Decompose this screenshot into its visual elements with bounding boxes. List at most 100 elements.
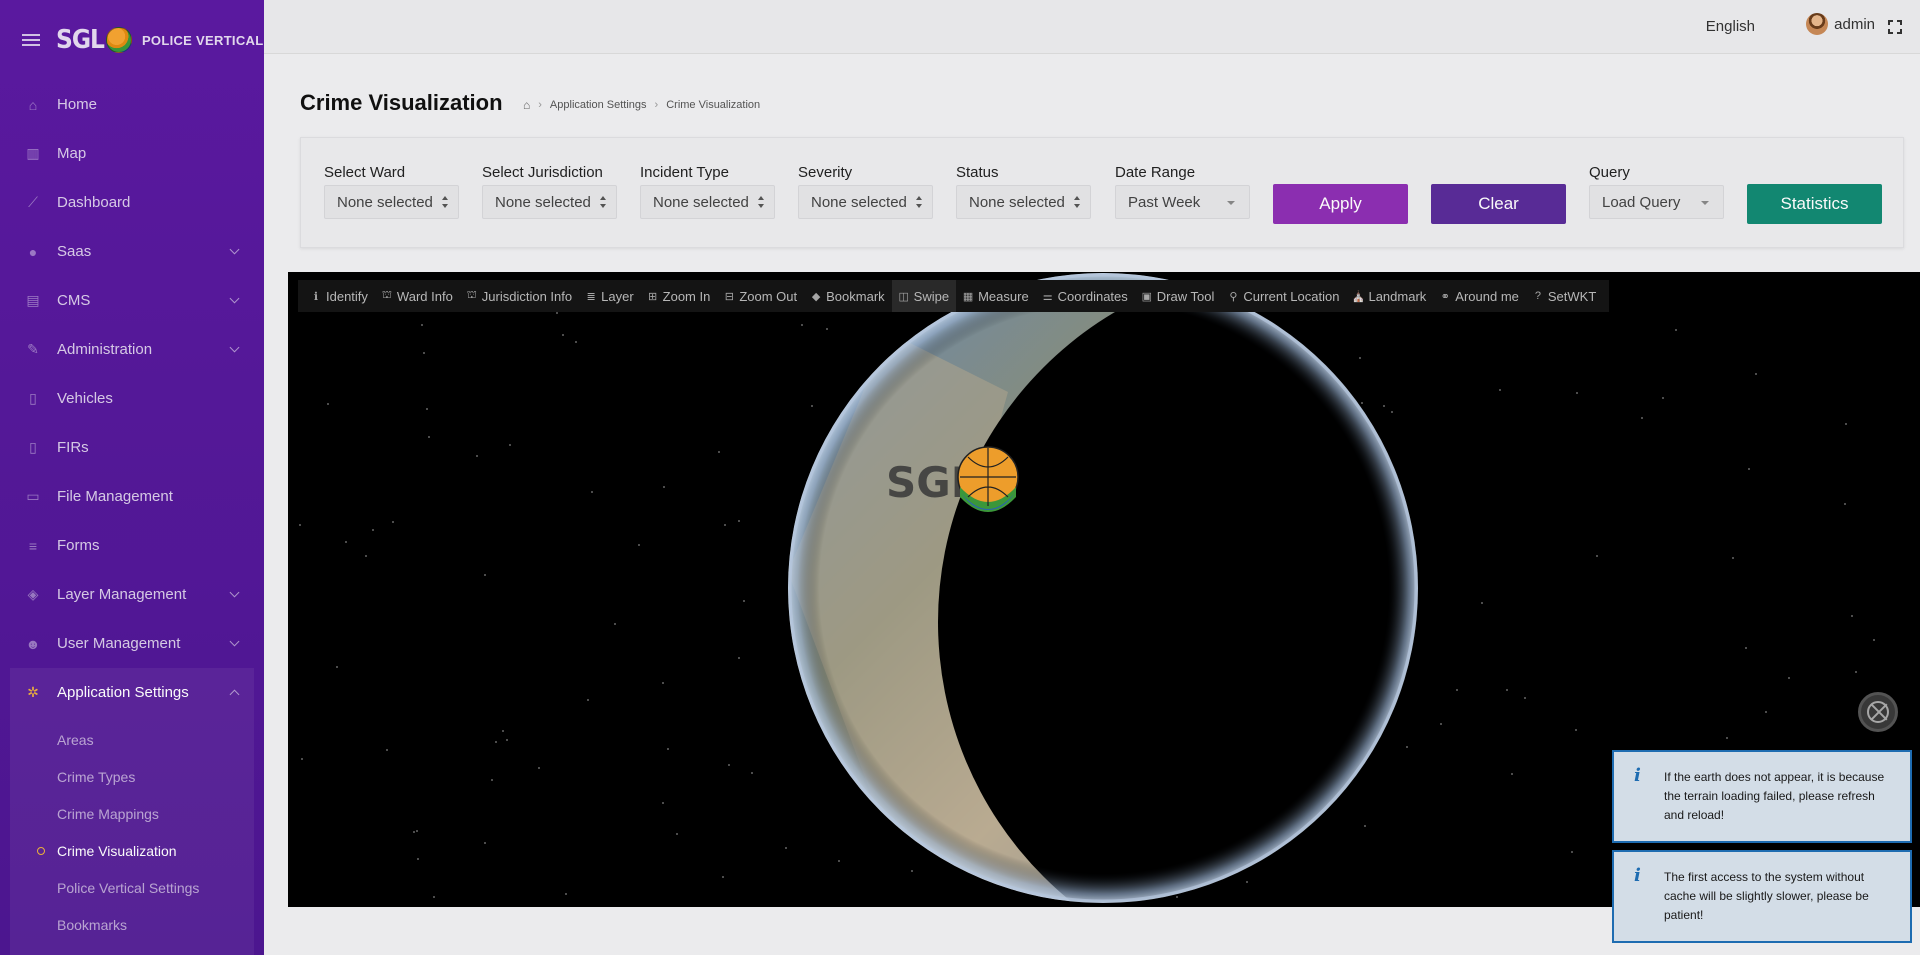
sliders-icon: ⚌ <box>1042 290 1053 303</box>
tool-ward-info[interactable]: ⛫ Ward Info <box>375 280 460 312</box>
date-range-label: Date Range <box>1115 164 1196 181</box>
sidebar: SGL POLICE VERTICAL ⌂ Home ▥ Map ⟋ Dashb… <box>0 0 264 955</box>
id-card-icon: ▤ <box>26 292 40 308</box>
notification-text: If the earth does not appear, it is beca… <box>1664 770 1885 822</box>
tool-label: Coordinates <box>1057 288 1128 304</box>
incident-type-select[interactable]: None selected <box>640 185 775 219</box>
query-filter: Query Load Query <box>1589 164 1724 219</box>
tool-setwkt[interactable]: ? SetWKT <box>1526 280 1603 312</box>
caret-down-icon <box>1701 201 1709 205</box>
status-select-value: None selected <box>969 193 1065 211</box>
tool-label: Jurisdiction Info <box>481 288 573 304</box>
sidebar-item-label: Application Settings <box>57 684 189 701</box>
sidebar-item-file-management[interactable]: ▭ File Management <box>0 472 264 521</box>
breadcrumb-separator: › <box>654 99 659 111</box>
sidebar-item-label: FIRs <box>57 439 89 456</box>
status-label: Status <box>956 164 999 181</box>
caret-down-icon <box>1227 201 1235 205</box>
logo-globe-icon <box>105 27 132 53</box>
breadcrumb-item[interactable]: Application Settings <box>550 99 647 111</box>
compass-reset-icon[interactable] <box>1858 692 1898 732</box>
jurisdiction-select[interactable]: None selected <box>482 185 617 219</box>
apply-button[interactable]: Apply <box>1273 184 1408 224</box>
binoculars-icon: ⚭ <box>1440 290 1450 303</box>
tool-label: Around me <box>1455 288 1519 304</box>
tool-current-location[interactable]: ⚲ Current Location <box>1221 280 1346 312</box>
chart-line-icon: ⟋ <box>28 194 38 210</box>
tool-around-me[interactable]: ⚭ Around me <box>1433 280 1526 312</box>
date-range-select[interactable]: Past Week <box>1115 185 1250 219</box>
query-select[interactable]: Load Query <box>1589 185 1724 219</box>
user-menu[interactable]: admin <box>1806 13 1875 35</box>
statistics-button[interactable]: Statistics <box>1747 184 1882 224</box>
sort-arrows-icon <box>442 196 448 210</box>
submenu-item-named-query[interactable]: Named Query <box>10 943 254 955</box>
hamburger-menu-icon[interactable] <box>22 34 40 46</box>
breadcrumb-separator: › <box>538 99 542 111</box>
sidebar-item-forms[interactable]: ≡ Forms <box>0 521 264 570</box>
notification-toast: i If the earth does not appear, it is be… <box>1612 750 1912 843</box>
tool-identify[interactable]: ℹ Identify <box>304 280 375 312</box>
tool-draw[interactable]: ▣ Draw Tool <box>1135 280 1222 312</box>
logo-text: SGL <box>56 25 105 55</box>
sort-arrows-icon <box>916 196 922 210</box>
tool-swipe[interactable]: ◫ Swipe <box>891 280 957 312</box>
status-select[interactable]: None selected <box>956 185 1091 219</box>
sidebar-item-vehicles[interactable]: ▯ Vehicles <box>0 374 264 423</box>
document-icon: ▯ <box>29 439 37 455</box>
chevron-down-icon <box>229 342 240 353</box>
sidebar-item-dashboard[interactable]: ⟋ Dashboard <box>0 178 264 227</box>
sidebar-item-firs[interactable]: ▯ FIRs <box>0 423 264 472</box>
sidebar-item-saas[interactable]: ● Saas <box>0 227 264 276</box>
tool-bookmark[interactable]: ◆ Bookmark <box>804 280 892 312</box>
breadcrumb-item-current: Crime Visualization <box>666 99 761 111</box>
tool-jurisdiction-info[interactable]: ⛫ Jurisdiction Info <box>460 280 579 312</box>
globe-icon: ● <box>28 243 38 260</box>
home-icon[interactable]: ⌂ <box>523 98 530 112</box>
avatar <box>1806 13 1829 35</box>
landmark-icon: ⛪ <box>1351 290 1366 303</box>
map-toolbar: ℹ Identify ⛫ Ward Info ⛫ Jurisdiction Info … <box>298 280 1610 312</box>
columns-icon: ◫ <box>898 290 909 303</box>
sidebar-item-administration[interactable]: ✎ Administration <box>0 325 264 374</box>
top-bar: English admin <box>264 0 1920 54</box>
sort-arrows-icon <box>600 196 606 210</box>
incident-type-label: Incident Type <box>640 164 729 181</box>
plus-square-icon: ⊞ <box>648 290 658 303</box>
building-icon: ⛫ <box>466 289 477 301</box>
tool-label: Zoom In <box>662 288 711 304</box>
severity-select[interactable]: None selected <box>798 185 933 219</box>
submenu-item-crime-types[interactable]: Crime Types <box>10 758 254 795</box>
submenu-item-crime-mappings[interactable]: Crime Mappings <box>10 795 254 832</box>
sidebar-item-label: File Management <box>57 488 173 505</box>
sidebar-item-home[interactable]: ⌂ Home <box>0 80 264 129</box>
submenu-item-areas[interactable]: Areas <box>10 721 254 758</box>
submenu-item-bookmarks[interactable]: Bookmarks <box>10 906 254 943</box>
tool-zoom-out[interactable]: ⊟ Zoom Out <box>717 280 804 312</box>
clear-button[interactable]: Clear <box>1431 184 1566 224</box>
sidebar-item-layer-management[interactable]: ◈ Layer Management <box>0 570 264 619</box>
sidebar-item-map[interactable]: ▥ Map <box>0 129 264 178</box>
notification-toast: i The first access to the system without… <box>1612 850 1912 943</box>
tool-layer[interactable]: ≣ Layer <box>579 280 641 312</box>
tool-label: Identify <box>326 288 368 304</box>
sidebar-item-cms[interactable]: ▤ CMS <box>0 276 264 325</box>
submenu-item-crime-visualization[interactable]: Crime Visualization <box>10 832 254 869</box>
ward-label: Select Ward <box>324 164 406 181</box>
tool-measure[interactable]: ▦ Measure <box>956 280 1036 312</box>
info-icon: ℹ <box>313 290 319 303</box>
ward-select[interactable]: None selected <box>324 185 459 219</box>
tool-landmark[interactable]: ⛪ Landmark <box>1346 280 1433 312</box>
sidebar-item-application-settings[interactable]: ✲ Application Settings <box>10 668 254 717</box>
tool-label: SetWKT <box>1547 288 1597 304</box>
chevron-down-icon <box>229 636 240 647</box>
tool-zoom-in[interactable]: ⊞ Zoom In <box>641 280 718 312</box>
fullscreen-icon[interactable] <box>1888 20 1902 34</box>
submenu-item-police-vertical-settings[interactable]: Police Vertical Settings <box>10 869 254 906</box>
sidebar-item-user-management[interactable]: ☻ User Management <box>0 619 264 668</box>
language-selector[interactable]: English <box>1706 18 1755 35</box>
sidebar-item-label: Dashboard <box>57 194 131 211</box>
user-gear-icon: ☻ <box>25 635 41 652</box>
tool-coordinates[interactable]: ⚌ Coordinates <box>1036 280 1135 312</box>
cogs-icon: ✲ <box>27 684 39 700</box>
